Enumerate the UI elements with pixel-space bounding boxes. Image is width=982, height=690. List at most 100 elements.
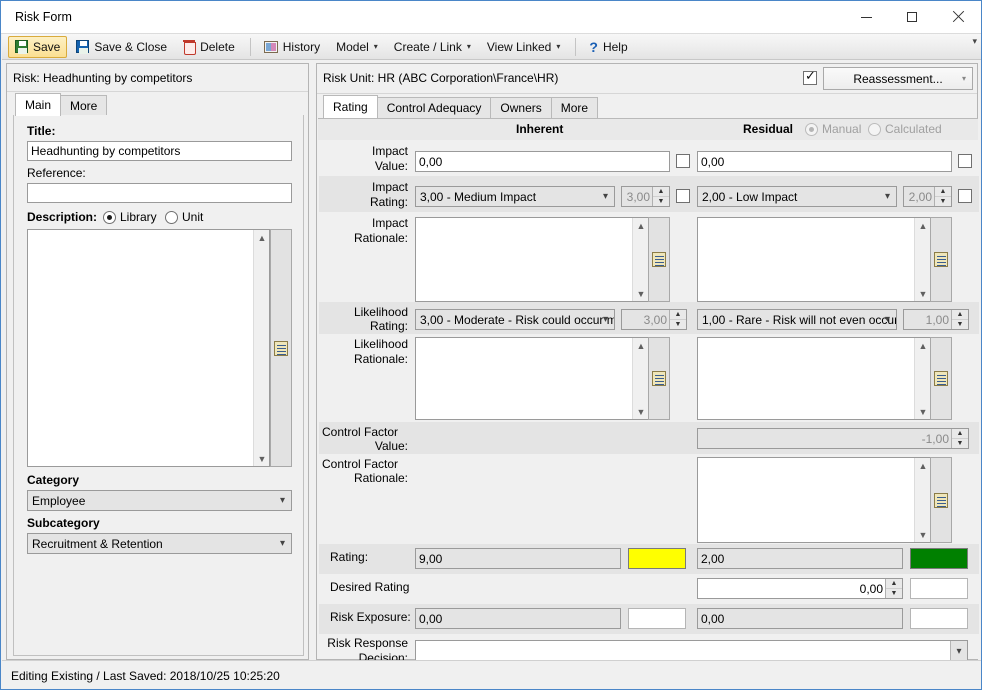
impact-rating-inherent-checkbox[interactable] bbox=[676, 189, 690, 203]
subcategory-label: Subcategory bbox=[27, 516, 100, 530]
create-link-menu[interactable]: Create / Link ▾ bbox=[387, 36, 478, 58]
panel-splitter[interactable] bbox=[309, 63, 316, 660]
control-factor-rationale-textarea[interactable] bbox=[697, 457, 931, 543]
risk-response-label-line1: Risk Response bbox=[327, 636, 408, 650]
maximize-button[interactable] bbox=[889, 1, 935, 33]
category-select[interactable]: Employee ▾ bbox=[27, 490, 292, 511]
spinner-buttons[interactable]: ▲ ▼ bbox=[669, 310, 686, 329]
minimize-button[interactable] bbox=[843, 1, 889, 33]
history-button[interactable]: History bbox=[257, 36, 327, 58]
note-icon bbox=[652, 252, 666, 267]
risk-exposure-inherent-color-swatch bbox=[628, 608, 686, 629]
scroll-up-icon[interactable]: ▲ bbox=[915, 458, 931, 473]
description-textarea[interactable] bbox=[27, 229, 270, 467]
view-linked-menu[interactable]: View Linked ▾ bbox=[480, 36, 568, 58]
scroll-up-icon[interactable]: ▲ bbox=[915, 338, 931, 353]
chevron-down-icon[interactable]: ▾ bbox=[950, 641, 967, 661]
scroll-up-icon[interactable]: ▲ bbox=[915, 218, 931, 233]
likelihood-rationale-residual-textarea[interactable] bbox=[697, 337, 931, 420]
control-factor-rationale-note-button[interactable] bbox=[930, 457, 952, 543]
impact-value-inherent-input[interactable]: 0,00 bbox=[415, 151, 670, 172]
tab-more[interactable]: More bbox=[550, 97, 599, 118]
scrollbar[interactable]: ▲ ▼ bbox=[914, 458, 930, 542]
likelihood-rating-residual-select[interactable]: 1,00 - Rare - Risk will not even occur ▾ bbox=[697, 309, 897, 330]
save-button[interactable]: Save bbox=[8, 35, 68, 58]
residual-calculated-radio[interactable] bbox=[868, 123, 881, 136]
likelihood-rating-inherent-select[interactable]: 3,00 - Moderate - Risk could occur m ▾ bbox=[415, 309, 615, 330]
impact-rationale-inherent-note-button[interactable] bbox=[648, 217, 670, 302]
tab-owners[interactable]: Owners bbox=[490, 97, 552, 118]
toolbar-overflow-icon[interactable]: ▾ bbox=[972, 37, 977, 46]
toolbar-separator-2 bbox=[575, 37, 577, 56]
impact-rationale-residual-textarea[interactable] bbox=[697, 217, 931, 302]
close-button[interactable] bbox=[935, 1, 981, 33]
control-factor-rationale-wrap: ▲ ▼ bbox=[697, 457, 952, 543]
scroll-up-icon[interactable]: ▲ bbox=[254, 230, 270, 245]
impact-value-residual-input[interactable]: 0,00 bbox=[697, 151, 952, 172]
control-factor-value-label-line1: Control Factor bbox=[322, 425, 399, 439]
reassessment-button[interactable]: Reassessment... ▾ bbox=[823, 67, 973, 90]
scrollbar[interactable]: ▲ ▼ bbox=[632, 218, 648, 301]
description-unit-radio[interactable] bbox=[165, 211, 178, 224]
description-unit-label: Unit bbox=[182, 210, 204, 224]
risk-response-decision-select[interactable]: ▾ bbox=[415, 640, 968, 662]
delete-button[interactable]: Delete bbox=[176, 36, 242, 58]
scroll-down-icon[interactable]: ▼ bbox=[915, 404, 931, 419]
scroll-down-icon[interactable]: ▼ bbox=[915, 527, 931, 542]
reassessment-checkbox[interactable] bbox=[803, 69, 817, 85]
impact-rationale-residual-note-button[interactable] bbox=[930, 217, 952, 302]
tab-control-adequacy[interactable]: Control Adequacy bbox=[376, 97, 492, 118]
spinner-buttons[interactable]: ▲ ▼ bbox=[652, 187, 669, 206]
reference-input[interactable] bbox=[27, 183, 292, 203]
residual-column-header: Residual bbox=[743, 122, 794, 136]
title-input[interactable]: Headhunting by competitors bbox=[27, 141, 292, 161]
tab-main[interactable]: Main bbox=[15, 93, 62, 116]
scrollbar[interactable]: ▲ ▼ bbox=[914, 218, 930, 301]
likelihood-rating-residual-spinner[interactable]: 1,00 ▲ ▼ bbox=[903, 309, 969, 330]
desired-rating-spinner[interactable]: 0,00 ▲ ▼ bbox=[697, 578, 903, 599]
scroll-up-icon[interactable]: ▲ bbox=[633, 218, 649, 233]
left-panel-header: Risk: Headhunting by competitors bbox=[7, 64, 308, 92]
window-title: Risk Form bbox=[15, 10, 72, 24]
help-button[interactable]: ? Help bbox=[582, 36, 634, 58]
description-memo-wrap: ▲ ▼ bbox=[27, 229, 292, 467]
impact-value-residual-checkbox[interactable] bbox=[958, 154, 972, 168]
likelihood-rationale-inherent-textarea[interactable] bbox=[415, 337, 649, 420]
scroll-down-icon[interactable]: ▼ bbox=[254, 451, 270, 466]
left-tabstrip: Main More bbox=[15, 93, 108, 116]
impact-rationale-inherent-textarea[interactable] bbox=[415, 217, 649, 302]
description-scrollbar[interactable]: ▲ ▼ bbox=[253, 230, 269, 466]
likelihood-rationale-inherent-note-button[interactable] bbox=[648, 337, 670, 420]
impact-rating-residual-checkbox[interactable] bbox=[958, 189, 972, 203]
scroll-down-icon[interactable]: ▼ bbox=[915, 286, 931, 301]
spinner-buttons[interactable]: ▲ ▼ bbox=[934, 187, 951, 206]
impact-rating-residual-spinner[interactable]: 2,00 ▲ ▼ bbox=[903, 186, 952, 207]
model-menu[interactable]: Model ▾ bbox=[329, 36, 385, 58]
impact-value-inherent-checkbox[interactable] bbox=[676, 154, 690, 168]
description-note-button[interactable] bbox=[270, 229, 292, 467]
scroll-down-icon[interactable]: ▼ bbox=[633, 286, 649, 301]
scroll-up-icon[interactable]: ▲ bbox=[633, 338, 649, 353]
tab-rating[interactable]: Rating bbox=[323, 95, 378, 118]
impact-rating-inherent-spinner[interactable]: 3,00 ▲ ▼ bbox=[621, 186, 670, 207]
save-and-close-button[interactable]: Save & Close bbox=[69, 36, 174, 58]
impact-rating-residual-select[interactable]: 2,00 - Low Impact ▾ bbox=[697, 186, 897, 207]
spinner-buttons[interactable]: ▲ ▼ bbox=[885, 579, 902, 598]
scrollbar[interactable]: ▲ ▼ bbox=[632, 338, 648, 419]
control-factor-value-spinner[interactable]: -1,00 ▲ ▼ bbox=[697, 428, 969, 449]
residual-manual-label: Manual bbox=[822, 122, 862, 136]
impact-rating-inherent-select[interactable]: 3,00 - Medium Impact ▾ bbox=[415, 186, 615, 207]
subcategory-select[interactable]: Recruitment & Retention ▾ bbox=[27, 533, 292, 554]
spinner-buttons[interactable]: ▲ ▼ bbox=[951, 429, 968, 448]
description-library-radio[interactable] bbox=[103, 211, 116, 224]
spinner-buttons[interactable]: ▲ ▼ bbox=[951, 310, 968, 329]
description-label: Description: bbox=[27, 210, 98, 224]
likelihood-rating-inherent-spin-value: 3,00 bbox=[643, 312, 667, 327]
likelihood-rationale-residual-note-button[interactable] bbox=[930, 337, 952, 420]
likelihood-rating-inherent-spinner[interactable]: 3,00 ▲ ▼ bbox=[621, 309, 687, 330]
scroll-down-icon[interactable]: ▼ bbox=[633, 404, 649, 419]
tab-more[interactable]: More bbox=[60, 95, 108, 116]
chevron-down-icon: ▾ bbox=[466, 41, 471, 51]
scrollbar[interactable]: ▲ ▼ bbox=[914, 338, 930, 419]
residual-manual-radio[interactable] bbox=[805, 123, 818, 136]
